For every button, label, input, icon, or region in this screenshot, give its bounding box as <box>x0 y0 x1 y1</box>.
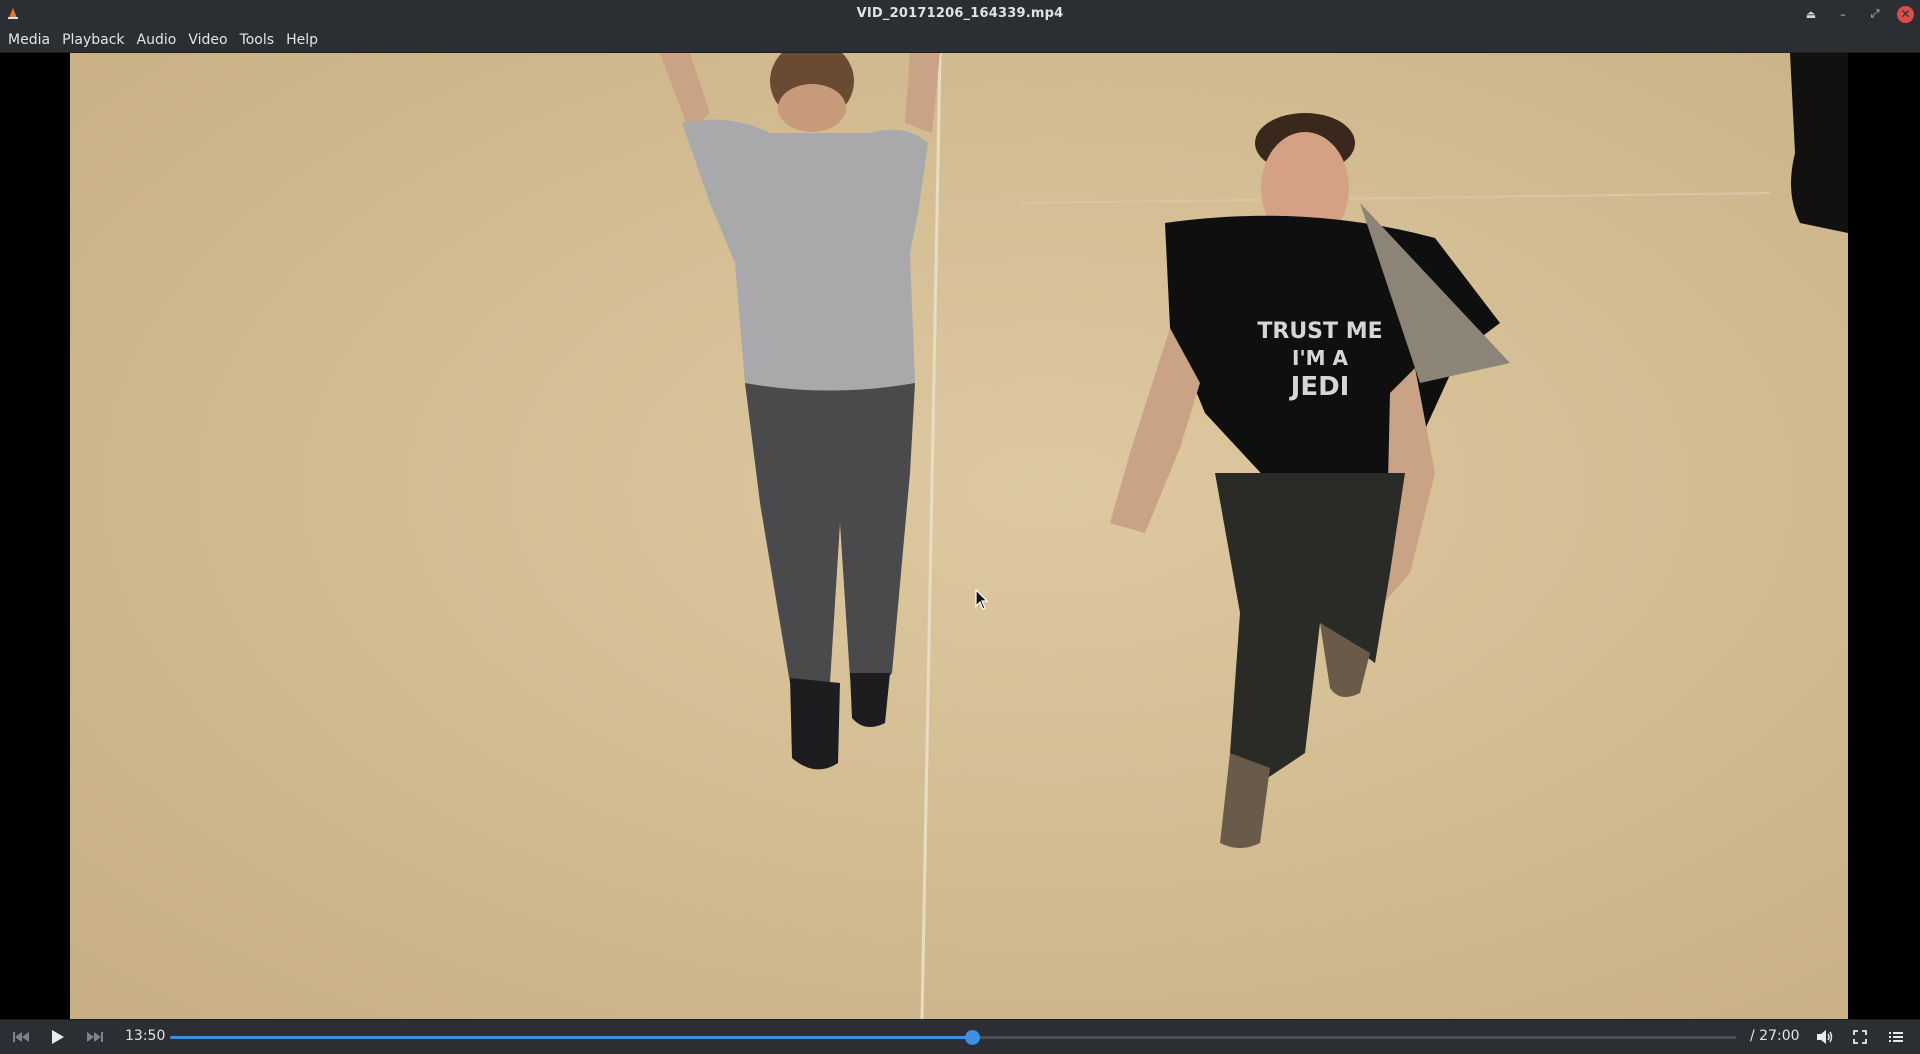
menu-playback[interactable]: Playback <box>56 27 130 53</box>
person-black-shirt: TRUST ME I'M A JEDI <box>1110 113 1510 848</box>
seek-bar[interactable] <box>170 1030 1736 1045</box>
menu-tools[interactable]: Tools <box>234 27 281 53</box>
menu-audio[interactable]: Audio <box>131 27 183 53</box>
floor-seam <box>1019 192 1771 204</box>
play-icon[interactable] <box>45 1026 71 1048</box>
restore-icon[interactable]: ⤢ <box>1865 4 1885 24</box>
menu-video[interactable]: Video <box>182 27 233 53</box>
control-bar: 13:50 / 27:00 <box>0 1019 1920 1054</box>
app-icon <box>8 8 18 19</box>
minimize-icon[interactable]: – <box>1833 4 1853 24</box>
person-grey-shirt <box>660 53 940 770</box>
window-title: VID_20171206_164339.mp4 <box>856 6 1064 21</box>
playlist-icon[interactable] <box>1883 1026 1909 1048</box>
shirt-text-line-1: TRUST ME <box>1257 319 1382 344</box>
menu-help[interactable]: Help <box>280 27 324 53</box>
current-time: 13:50 <box>125 1028 166 1044</box>
shirt-text-line-3: JEDI <box>1289 372 1350 402</box>
floor-line <box>920 53 942 1019</box>
window-controls: ⏏ – ⤢ ✕ <box>1801 4 1914 24</box>
next-icon[interactable] <box>81 1026 107 1048</box>
menu-bar: Media Playback Audio Video Tools Help <box>0 27 1920 53</box>
eject-icon[interactable]: ⏏ <box>1801 4 1821 24</box>
title-bar: VID_20171206_164339.mp4 ⏏ – ⤢ ✕ <box>0 0 1920 27</box>
seek-handle[interactable] <box>964 1030 980 1045</box>
video-area[interactable]: TRUST ME I'M A JEDI <box>0 53 1920 1019</box>
close-icon[interactable]: ✕ <box>1897 5 1914 23</box>
shirt-text-line-2: I'M A <box>1292 346 1348 370</box>
seek-progress <box>170 1036 972 1039</box>
video-frame[interactable]: TRUST ME I'M A JEDI <box>70 53 1848 1019</box>
mouse-pointer-icon <box>975 589 989 610</box>
video-scene: TRUST ME I'M A JEDI <box>660 53 1848 1019</box>
total-time: / 27:00 <box>1750 1028 1800 1044</box>
menu-media[interactable]: Media <box>2 27 56 53</box>
fullscreen-icon[interactable] <box>1847 1026 1873 1048</box>
drape <box>1790 53 1848 233</box>
volume-icon[interactable] <box>1812 1026 1838 1048</box>
previous-icon[interactable] <box>9 1026 35 1048</box>
